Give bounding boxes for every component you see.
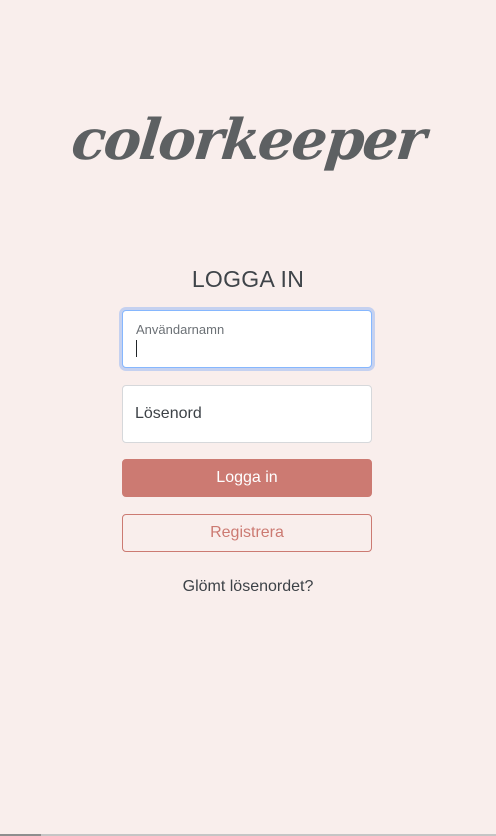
text-caret (136, 340, 137, 357)
page-title: LOGGA IN (191, 266, 305, 292)
password-field[interactable] (122, 385, 372, 443)
username-field[interactable]: Användarnamn (122, 310, 372, 368)
colorkeeper-logo: colorkeeper (68, 107, 428, 173)
username-label: Användarnamn (136, 322, 225, 337)
password-input[interactable] (123, 386, 371, 442)
login-button[interactable]: Logga in (122, 459, 372, 497)
register-button[interactable]: Registrera (122, 514, 372, 552)
forgot-password-link[interactable]: Glömt lösenordet? (0, 578, 496, 596)
